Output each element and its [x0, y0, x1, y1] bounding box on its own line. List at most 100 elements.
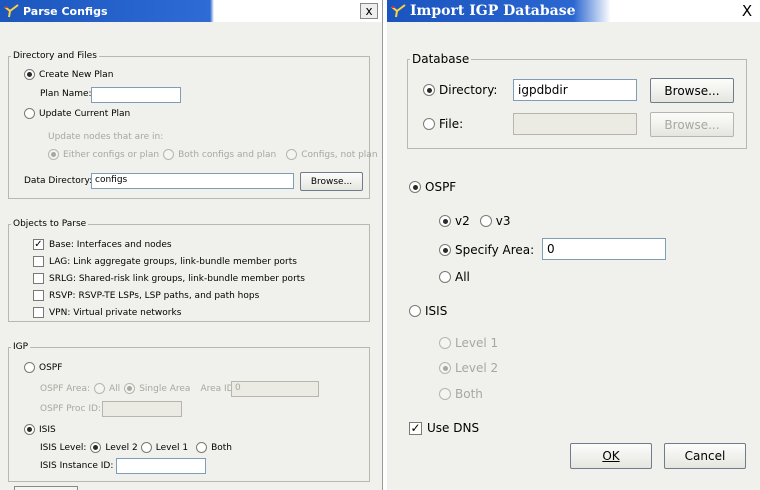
- close-button[interactable]: x: [360, 3, 378, 19]
- checkbox-label: SRLG: Shared-risk link groups, link-bund…: [49, 273, 305, 284]
- app-logo-icon: [391, 4, 406, 18]
- group-legend: Objects to Parse: [13, 219, 87, 229]
- radio-icon[interactable]: [90, 442, 102, 453]
- group-legend: IGP: [13, 342, 29, 352]
- ospf-option[interactable]: OSPF: [24, 362, 62, 373]
- v2-label: v2: [455, 214, 470, 228]
- isis-instance-label: ISIS Instance ID:: [40, 461, 114, 471]
- specify-area-input[interactable]: 0: [542, 238, 666, 260]
- title-bar[interactable]: Parse Configs x: [0, 0, 382, 22]
- directory-label: Directory:: [439, 83, 498, 97]
- plan-name-row: Plan Name:: [40, 89, 92, 99]
- ospf-area-single-label: Single Area: [139, 383, 191, 394]
- radio-icon[interactable]: [439, 215, 451, 227]
- checkbox-base[interactable]: ✓ Base: Interfaces and nodes: [33, 239, 172, 250]
- partial-button[interactable]: [14, 486, 78, 490]
- ospf-area-all-label: All: [109, 383, 121, 394]
- create-new-plan-label: Create New Plan: [39, 69, 114, 80]
- radio-icon[interactable]: [286, 149, 298, 160]
- group-legend: Directory and Files: [13, 51, 97, 61]
- checkbox-srlg[interactable]: SRLG: Shared-risk link groups, link-bund…: [33, 273, 305, 284]
- checkbox-icon: [33, 290, 44, 301]
- ok-label: OK: [602, 449, 620, 463]
- ospf-label: OSPF: [425, 180, 457, 194]
- radio-icon: [24, 362, 35, 373]
- checkbox-icon: [33, 273, 44, 284]
- isis-level1-option[interactable]: Level 1: [439, 336, 498, 350]
- update-nodes-options: Either configs or plan Both configs and …: [48, 149, 378, 160]
- file-option[interactable]: File:: [423, 117, 463, 131]
- checkbox-checked-icon: ✓: [409, 420, 422, 435]
- radio-icon: [24, 424, 35, 435]
- radio-icon: [409, 305, 421, 317]
- use-dns-label: Use DNS: [427, 421, 480, 435]
- radio-icon[interactable]: [196, 442, 208, 453]
- plan-name-label: Plan Name:: [40, 89, 92, 99]
- specify-area-option[interactable]: Specify Area:: [439, 243, 534, 257]
- specify-area-label: Specify Area:: [455, 243, 535, 257]
- checkbox-label: LAG: Link aggregate groups, link-bundle …: [49, 256, 297, 267]
- window-title: Import IGP Database: [410, 3, 576, 19]
- plan-name-input[interactable]: [91, 87, 181, 103]
- data-directory-input[interactable]: configs: [91, 173, 294, 189]
- checkbox-label: RSVP: RSVP-TE LSPs, LSP paths, and path …: [49, 290, 260, 301]
- checkbox-label: VPN: Virtual private networks: [49, 307, 182, 318]
- use-dns-checkbox[interactable]: ✓ Use DNS: [409, 421, 479, 435]
- v3-label: v3: [495, 214, 511, 228]
- directory-input[interactable]: igpdbdir: [513, 79, 637, 101]
- ospf-proc-id-input[interactable]: [102, 401, 182, 417]
- update-nodes-label: Update nodes that are in:: [48, 132, 164, 142]
- window-title: Parse Configs: [23, 4, 108, 18]
- checkbox-vpn[interactable]: VPN: Virtual private networks: [33, 307, 181, 318]
- file-browse-button[interactable]: Browse...: [650, 112, 734, 137]
- data-directory-label: Data Directory:: [24, 176, 93, 186]
- cancel-button[interactable]: Cancel: [664, 443, 746, 469]
- close-button[interactable]: X: [738, 2, 756, 20]
- level1-label: Level 1: [455, 336, 499, 350]
- create-new-plan-option[interactable]: Create New Plan: [24, 69, 113, 80]
- file-input[interactable]: [513, 113, 637, 135]
- radio-icon: [409, 181, 421, 193]
- ospf-label: OSPF: [39, 362, 63, 373]
- radio-icon: [439, 362, 451, 374]
- opt-both-label: Both configs and plan: [178, 149, 277, 160]
- directory-browse-button[interactable]: Browse...: [650, 78, 734, 103]
- both-label: Both: [211, 442, 232, 453]
- isis-level-label: ISIS Level:: [40, 442, 87, 453]
- app-logo-icon: [4, 4, 19, 18]
- radio-icon[interactable]: [124, 383, 136, 394]
- ok-button[interactable]: OK: [570, 443, 652, 469]
- isis-level-row: ISIS Level: Level 2 Level 1 Both: [40, 442, 232, 453]
- checkbox-checked-icon: ✓: [33, 239, 44, 250]
- ospf-area-row: OSPF Area: All Single Area Area ID:: [40, 383, 237, 394]
- radio-icon: [423, 84, 435, 96]
- directory-option[interactable]: Directory:: [423, 83, 497, 97]
- radio-icon[interactable]: [48, 149, 59, 160]
- radio-icon[interactable]: [479, 215, 492, 227]
- radio-icon: [439, 271, 451, 283]
- opt-configs-not-plan-label: Configs, not plan: [301, 149, 378, 160]
- all-option[interactable]: All: [439, 270, 470, 284]
- isis-option[interactable]: ISIS: [24, 424, 56, 435]
- title-bar[interactable]: Import IGP Database X: [387, 0, 760, 22]
- isis-level2-option[interactable]: Level 2: [439, 361, 498, 375]
- all-label: All: [455, 270, 470, 284]
- ospf-option[interactable]: OSPF: [409, 180, 456, 194]
- radio-icon[interactable]: [140, 442, 152, 453]
- checkbox-rsvp[interactable]: RSVP: RSVP-TE LSPs, LSP paths, and path …: [33, 290, 259, 301]
- isis-option[interactable]: ISIS: [409, 304, 447, 318]
- isis-instance-input[interactable]: [116, 458, 206, 474]
- checkbox-icon: [33, 307, 44, 318]
- area-id-input[interactable]: 0: [231, 381, 319, 397]
- radio-icon[interactable]: [163, 149, 175, 160]
- ospf-version-row: v2 v3: [439, 214, 511, 228]
- checkbox-lag[interactable]: LAG: Link aggregate groups, link-bundle …: [33, 256, 297, 267]
- ospf-area-label: OSPF Area:: [40, 383, 91, 394]
- level1-label: Level 1: [155, 442, 189, 453]
- update-current-plan-option[interactable]: Update Current Plan: [24, 108, 130, 119]
- radio-icon[interactable]: [94, 383, 106, 394]
- update-current-plan-label: Update Current Plan: [39, 108, 131, 119]
- ospf-proc-id-label: OSPF Proc ID:: [40, 404, 101, 414]
- browse-button[interactable]: Browse...: [300, 172, 363, 191]
- isis-both-option[interactable]: Both: [439, 387, 483, 401]
